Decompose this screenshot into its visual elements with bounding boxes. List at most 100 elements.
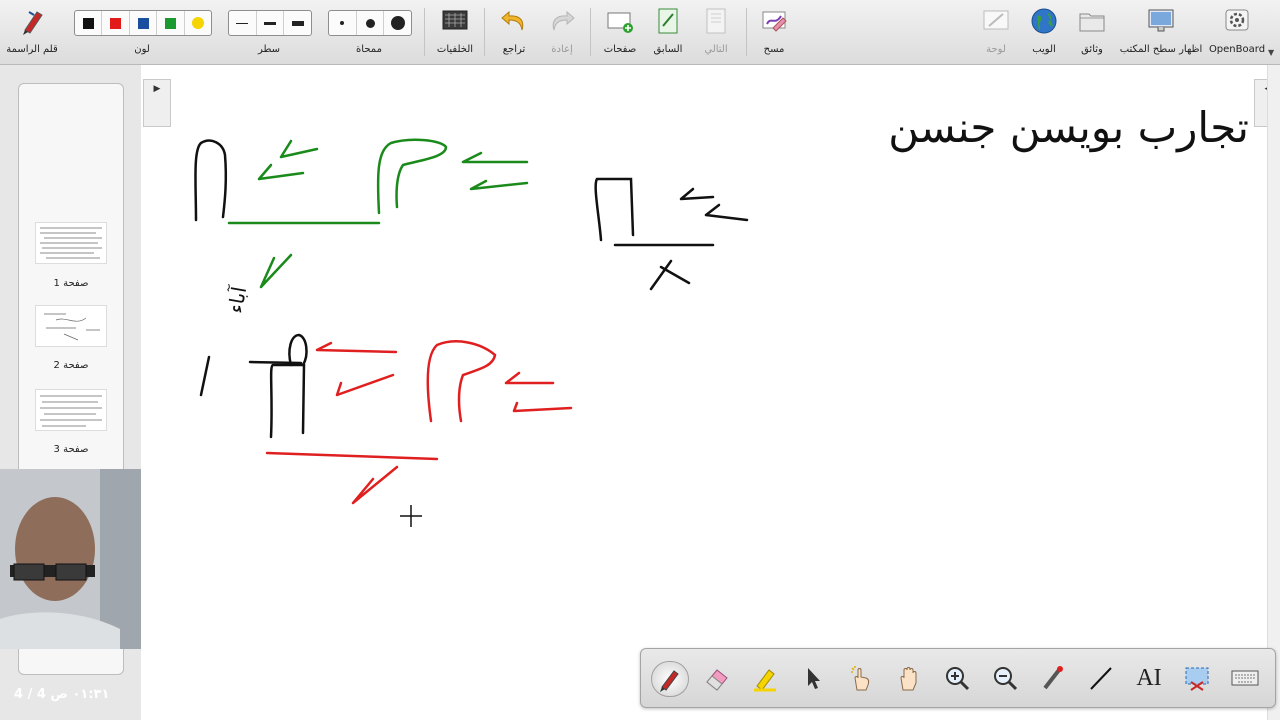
webcam-overlay: [0, 469, 141, 649]
eraser-size-large[interactable]: [384, 11, 411, 35]
zoom-out-tool[interactable]: [987, 661, 1023, 695]
interact-tool[interactable]: [843, 661, 879, 695]
arrow-cursor-icon: [808, 668, 820, 689]
keyboard-icon: [1231, 670, 1259, 686]
next-label: التالي: [704, 44, 728, 55]
openboard-menu-button[interactable]: OpenBoard: [1208, 4, 1266, 60]
pen-tool-button[interactable]: قلم الراسمة: [2, 4, 62, 60]
presenter-video: [0, 469, 141, 649]
stylus-palette: AI: [640, 648, 1276, 708]
thumbnail-page-3[interactable]: [35, 389, 107, 431]
color-swatch-red[interactable]: [102, 11, 130, 35]
openboard-label: OpenBoard: [1208, 44, 1266, 55]
eraser-size-small[interactable]: [329, 11, 357, 35]
backgrounds-icon: [442, 10, 468, 30]
thumbnail-preview: [44, 313, 100, 341]
clear-button[interactable]: مسح: [752, 4, 796, 60]
add-page-icon: [607, 12, 633, 33]
web-button[interactable]: الويب: [1022, 4, 1066, 60]
eraser-tool[interactable]: [699, 661, 735, 695]
previous-page-button[interactable]: السابق: [646, 4, 690, 60]
eraser-size-medium[interactable]: [357, 11, 385, 35]
redo-label: إعادة: [551, 44, 573, 55]
zoom-out-icon: [994, 667, 1018, 691]
line-width-medium[interactable]: [257, 11, 285, 35]
toolbar-separator: [424, 8, 425, 56]
pen-tool[interactable]: [651, 661, 689, 697]
pen-icon: [23, 11, 43, 35]
thumbnail-label: صفحة 2: [53, 360, 89, 371]
thumbnail-preview: [40, 227, 102, 259]
green-ink-strokes: [227, 138, 529, 289]
ink-layer: [194, 138, 749, 527]
line-icon: [1090, 667, 1112, 690]
pen-icon: [660, 670, 679, 692]
previous-page-icon: [658, 8, 678, 34]
collapse-left-panel-tab[interactable]: ▶: [143, 79, 171, 127]
text-tool[interactable]: AI: [1131, 661, 1167, 695]
redo-icon: [552, 10, 575, 31]
thumbnail-label: صفحة 1: [53, 278, 89, 289]
thumbnail-label: صفحة 3: [53, 444, 89, 455]
redo-button[interactable]: إعادة: [540, 4, 584, 60]
virtual-keyboard-tool[interactable]: [1227, 661, 1263, 695]
undo-button[interactable]: تراجع: [492, 4, 536, 60]
undo-label: تراجع: [502, 44, 526, 55]
backgrounds-label: الخلفيات: [436, 44, 474, 55]
color-swatch-green[interactable]: [157, 11, 185, 35]
color-swatch-yellow[interactable]: [185, 11, 211, 35]
crosshair-cursor-icon: [400, 505, 422, 527]
color-swatch-blue[interactable]: [130, 11, 158, 35]
globe-icon: [1031, 8, 1057, 34]
highlighter-tool[interactable]: [747, 661, 783, 695]
documents-button[interactable]: وثائق: [1070, 4, 1114, 60]
clear-icon: [762, 11, 787, 32]
chevron-down-icon[interactable]: ▼: [1268, 48, 1274, 57]
zoom-in-tool[interactable]: [939, 661, 975, 695]
hand-icon: [900, 667, 917, 691]
laser-pointer-tool[interactable]: [1035, 661, 1071, 695]
whiteboard-canvas[interactable]: ▶ ◀ تجارب بويسن جنسن آباء: [141, 65, 1280, 720]
show-desktop-button[interactable]: اظهار سطح المكتب: [1118, 4, 1204, 60]
line-width-thin[interactable]: [229, 11, 257, 35]
line-width-thick[interactable]: [284, 11, 311, 35]
toolbar-separator: [746, 8, 747, 56]
gear-icon: [1225, 9, 1249, 31]
thumbnail-page-2[interactable]: [35, 305, 107, 347]
desktop-label: اظهار سطح المكتب: [1119, 44, 1203, 55]
screen-capture-icon: [1185, 667, 1209, 691]
hand-tool[interactable]: [891, 661, 927, 695]
next-page-button[interactable]: التالي: [694, 4, 738, 60]
line-width-picker: [228, 10, 312, 36]
eraser-icon: [706, 669, 728, 691]
line-tool[interactable]: [1083, 661, 1119, 695]
pages-label: صفحات: [603, 44, 637, 55]
right-scrollbar[interactable]: [1267, 65, 1280, 720]
laser-pointer-icon: [1043, 666, 1063, 690]
thumbnail-preview: [40, 395, 102, 427]
capture-tool[interactable]: [1179, 661, 1215, 695]
board-button[interactable]: لوحة: [974, 4, 1018, 60]
eraser-label: ممحاة: [356, 44, 382, 55]
monitor-icon: [1148, 9, 1174, 32]
color-picker: [74, 10, 212, 36]
toolbar-separator: [590, 8, 591, 56]
color-swatch-black[interactable]: [75, 11, 103, 35]
undo-icon: [501, 10, 524, 31]
red-ink-strokes: [265, 340, 573, 505]
pen-label: قلم الراسمة: [6, 44, 58, 55]
main-toolbar: قلم الراسمة لون سطر ممحاة الخلفيات تراجع…: [0, 0, 1280, 65]
clear-label: مسح: [763, 44, 785, 55]
eraser-size-picker: [328, 10, 412, 36]
zoom-in-icon: [946, 667, 970, 691]
backgrounds-button[interactable]: الخلفيات: [430, 4, 480, 60]
folder-icon: [1079, 13, 1105, 32]
handwritten-annotation: آباء: [223, 284, 252, 316]
pointing-hand-icon: [851, 666, 870, 691]
select-tool[interactable]: [795, 661, 831, 695]
highlighter-icon: [754, 669, 776, 692]
thumbnail-page-1[interactable]: [35, 222, 107, 264]
pages-button[interactable]: صفحات: [598, 4, 642, 60]
text-tool-label: AI: [1136, 664, 1162, 691]
chevron-left-icon: ▶: [153, 84, 161, 94]
